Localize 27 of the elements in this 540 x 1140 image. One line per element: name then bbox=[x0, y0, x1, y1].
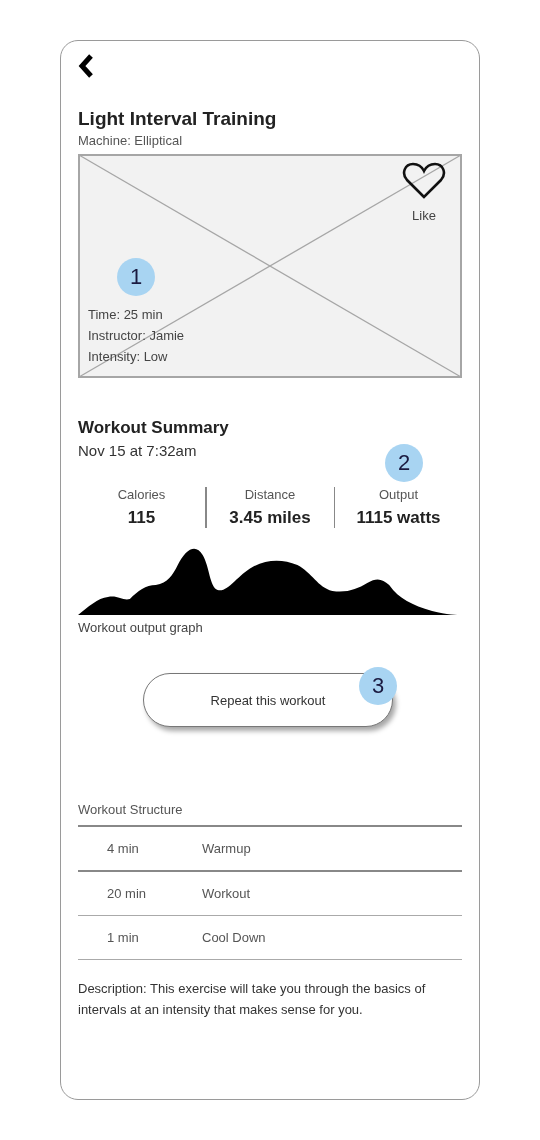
like-label: Like bbox=[412, 208, 436, 223]
stat-value: 115 bbox=[126, 508, 157, 528]
phase-cell: Workout bbox=[202, 886, 251, 901]
section-title: Workout Structure bbox=[78, 802, 462, 827]
stat-value: 3.45 miles bbox=[228, 508, 312, 528]
stat-label: Calories bbox=[116, 487, 167, 502]
stat-value: 1115 watts bbox=[355, 508, 442, 528]
workout-detail: Intensity: Low bbox=[88, 348, 169, 366]
workout-detail: Time: 25 min bbox=[88, 306, 164, 324]
duration-cell-text: 1 min bbox=[106, 930, 140, 945]
stat-label: Distance bbox=[243, 487, 297, 502]
phase-cell: Warmup bbox=[202, 841, 251, 856]
annotation-marker: 3 bbox=[359, 667, 397, 705]
workout-date: Nov 15 at 7:32am bbox=[78, 442, 198, 459]
phase-cell: Cool Down bbox=[202, 930, 266, 945]
duration-cell-text: 4 min bbox=[106, 841, 140, 856]
back-icon[interactable] bbox=[78, 53, 94, 79]
workout-title: Light Interval Training bbox=[78, 107, 278, 131]
section-title: Workout Summary bbox=[78, 418, 230, 438]
workout-detail: Instructor: Jamie bbox=[88, 327, 185, 345]
workout-description: Description: This exercise will take you through the basics of intervals at an intensity that makes sense for you. bbox=[78, 980, 427, 1019]
machine-label: Machine: Elliptical bbox=[78, 133, 184, 148]
annotation-marker: 2 bbox=[385, 444, 423, 482]
graph-caption: Workout output graph bbox=[78, 620, 204, 635]
duration-cell-text: 20 min bbox=[106, 886, 148, 901]
heart-icon[interactable] bbox=[402, 162, 446, 200]
stat-label: Output bbox=[378, 487, 419, 502]
